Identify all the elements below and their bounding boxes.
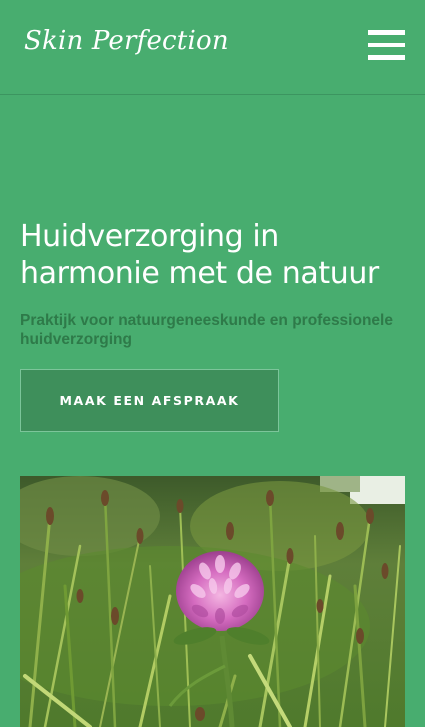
hero-subtitle: Praktijk voor natuurgeneeskunde en profe… [20, 312, 393, 348]
menu-bar-top [368, 30, 405, 35]
menu-bar-bottom [368, 55, 405, 60]
menu-bar-middle [368, 42, 405, 47]
site-header: Skin Perfection [0, 0, 425, 95]
site-logo[interactable]: Skin Perfection [24, 26, 229, 56]
hamburger-menu-icon[interactable] [368, 30, 405, 60]
clover-flower-photo [20, 476, 405, 727]
hero-title: Huidverzorging in harmonie met de natuur [20, 219, 379, 291]
book-appointment-button[interactable]: MAAK EEN AFSPRAAK [20, 369, 279, 432]
